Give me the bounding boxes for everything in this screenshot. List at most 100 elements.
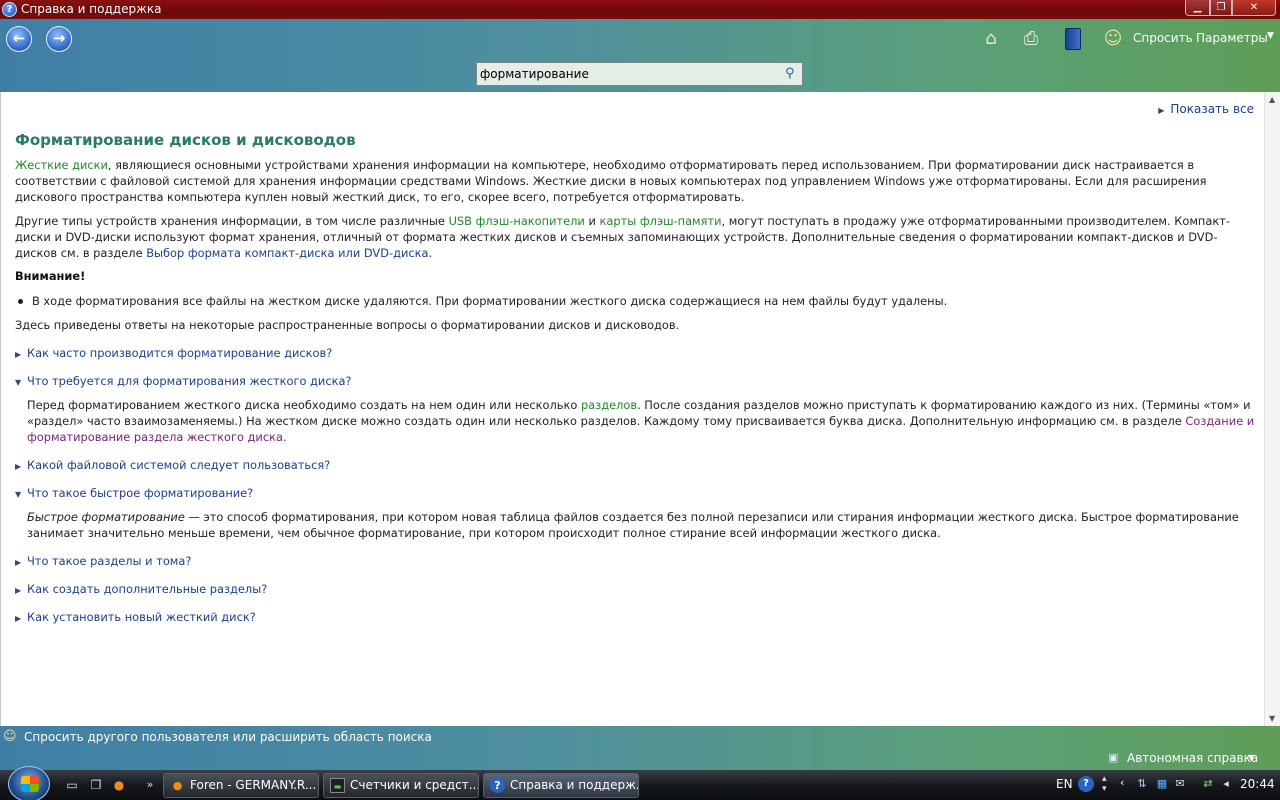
people-icon[interactable]: ☺ xyxy=(1101,27,1125,51)
book-icon[interactable] xyxy=(1061,27,1085,51)
forward-button[interactable]: → xyxy=(46,26,72,52)
expand-arrow-icon: ▶ xyxy=(15,586,22,595)
search-input[interactable] xyxy=(480,65,780,83)
bottom-bar: ☺ Спросить другого пользователя или расш… xyxy=(0,726,1280,770)
paragraph-text: и xyxy=(584,214,600,228)
faq-label: Как часто производится форматирование ди… xyxy=(27,346,333,360)
volume-icon[interactable]: ◂ xyxy=(1218,776,1234,792)
article-pane: ▶ Показать все Форматирование дисков и ди… xyxy=(0,92,1264,726)
glossary-link[interactable]: разделов xyxy=(581,398,637,412)
help-app-icon: ? xyxy=(2,2,17,17)
show-hidden-icons-icon[interactable]: ‹ xyxy=(1120,776,1124,789)
tray-scroll-icon[interactable]: ▴ ▾ xyxy=(1102,774,1107,794)
warning-heading: Внимание! xyxy=(15,269,86,283)
ask-button[interactable]: Спросить xyxy=(1133,31,1193,45)
toolbar: ← → ⌂ ⎙ ☺ Спросить Параметры ▼ ⚲ xyxy=(0,19,1280,92)
close-button[interactable]: ✕ xyxy=(1232,0,1276,16)
chevron-down-icon[interactable]: ▼ xyxy=(1267,31,1274,41)
more-chevron-icon[interactable]: » xyxy=(142,777,158,793)
answer-text: . xyxy=(282,430,287,444)
list-item-text: В ходе форматирования все файлы на жестк… xyxy=(32,294,948,308)
terminal-icon: ▬ xyxy=(330,778,345,793)
search-icon[interactable]: ⚲ xyxy=(785,66,801,82)
paragraph-text: . xyxy=(428,246,433,260)
glossary-link[interactable]: USB флэш-накопители xyxy=(449,214,585,228)
scroll-down-icon[interactable]: ▼ xyxy=(1269,714,1275,723)
faq-label: Что такое быстрое форматирование? xyxy=(27,486,254,500)
firefox-icon: ● xyxy=(172,779,183,792)
show-all-link[interactable]: ▶ Показать все xyxy=(1158,102,1254,116)
offline-help-icon: ▣ xyxy=(1108,751,1119,764)
task-label: Справка и поддерж... xyxy=(510,778,639,792)
home-icon[interactable]: ⌂ xyxy=(979,27,1003,51)
sync-icon[interactable]: ⇄ xyxy=(1200,776,1216,792)
faq-answer: Быстрое форматирование — это способ форм… xyxy=(27,509,1257,541)
faq-label: Как установить новый жесткий диск? xyxy=(27,610,256,624)
list-item: В ходе форматирования все файлы на жестк… xyxy=(15,293,947,309)
answer-term: Быстрое форматирование xyxy=(27,510,185,524)
firefox-icon[interactable]: ● xyxy=(111,777,127,793)
language-indicator[interactable]: EN xyxy=(1056,777,1073,791)
triangle-right-icon: ▶ xyxy=(1158,106,1165,115)
page-title: Форматирование дисков и дисководов xyxy=(15,131,356,149)
collapse-arrow-icon: ▼ xyxy=(15,378,22,387)
faq-toggle[interactable]: ▶ Как создать дополнительные разделы? xyxy=(15,582,267,596)
maximize-button[interactable]: ❐ xyxy=(1210,0,1232,16)
expand-arrow-icon: ▶ xyxy=(15,350,22,359)
faq-toggle[interactable]: ▶ Как установить новый жесткий диск? xyxy=(15,610,256,624)
bullet-icon xyxy=(18,298,23,304)
start-button[interactable] xyxy=(8,766,50,800)
expand-arrow-icon: ▶ xyxy=(15,558,22,567)
faq-toggle[interactable]: ▶ Как часто производится форматирование д… xyxy=(15,346,332,360)
back-button[interactable]: ← xyxy=(6,26,32,52)
print-icon[interactable]: ⎙ xyxy=(1019,27,1043,51)
taskbar-button[interactable]: ▬ Счетчики и средст... xyxy=(323,773,479,798)
expand-arrow-icon: ▶ xyxy=(15,614,22,623)
taskbar-button[interactable]: ● Foren - GERMANY.R... xyxy=(163,773,319,798)
options-button[interactable]: Параметры xyxy=(1196,31,1268,45)
minimize-button[interactable]: ▁ xyxy=(1185,0,1210,16)
clock[interactable]: 20:44 xyxy=(1240,777,1275,791)
scroll-up-icon[interactable]: ▲ xyxy=(1269,95,1275,104)
windows-update-icon[interactable]: ▦ xyxy=(1154,776,1170,792)
answer-text: Перед форматированием жесткого диска нео… xyxy=(27,398,581,412)
glossary-link[interactable]: карты флэш-памяти xyxy=(599,214,721,228)
faq-toggle[interactable]: ▶ Что такое разделы и тома? xyxy=(15,554,191,568)
title-bar: ? Справка и поддержка ▁ ❐ ✕ xyxy=(0,0,1280,19)
task-label: Счетчики и средст... xyxy=(350,778,479,792)
faq-label: Какой файловой системой следует пользова… xyxy=(27,458,331,472)
faq-answer: Перед форматированием жесткого диска нео… xyxy=(27,397,1257,445)
paragraph: Жесткие диски, являющиеся основными устр… xyxy=(15,157,1255,205)
collapse-arrow-icon: ▼ xyxy=(15,490,22,499)
faq-label: Как создать дополнительные разделы? xyxy=(27,582,268,596)
mail-icon[interactable]: ✉ xyxy=(1172,776,1188,792)
faq-toggle[interactable]: ▼ Что такое быстрое форматирование? xyxy=(15,486,253,500)
glossary-link[interactable]: Жесткие диски xyxy=(15,158,108,172)
topic-link[interactable]: Выбор формата компакт-диска или DVD-диск… xyxy=(146,246,428,260)
show-all-label: Показать все xyxy=(1170,102,1254,116)
windows-logo-icon xyxy=(21,776,39,792)
help-icon[interactable]: ? xyxy=(1078,776,1094,792)
taskbar: ▭ ❐ ● » ● Foren - GERMANY.R... ▬ Счетчики … xyxy=(0,766,1280,800)
window-title: Справка и поддержка xyxy=(21,2,162,16)
taskbar-button[interactable]: ? Справка и поддерж... xyxy=(483,773,639,798)
answer-text: — это способ форматирования, при котором… xyxy=(27,510,1239,540)
paragraph: Другие типы устройств хранения информаци… xyxy=(15,213,1255,261)
search-box: ⚲ xyxy=(476,62,803,86)
network-icon[interactable]: ⇅ xyxy=(1134,776,1150,792)
ask-other-link[interactable]: Спросить другого пользователя или расшир… xyxy=(24,730,432,744)
vertical-scrollbar[interactable]: ▲ ▼ xyxy=(1264,92,1280,726)
faq-label: Что такое разделы и тома? xyxy=(27,554,192,568)
offline-help-button[interactable]: Автономная справка xyxy=(1127,751,1258,765)
task-label: Foren - GERMANY.R... xyxy=(190,778,317,792)
intro-paragraph: Здесь приведены ответы на некоторые расп… xyxy=(15,318,680,332)
people-icon: ☺ xyxy=(3,729,17,744)
chevron-down-icon[interactable]: ▼ xyxy=(1248,753,1254,762)
paragraph-text: Другие типы устройств хранения информаци… xyxy=(15,214,449,228)
switch-windows-icon[interactable]: ❐ xyxy=(88,777,104,793)
faq-toggle[interactable]: ▶ Какой файловой системой следует пользов… xyxy=(15,458,330,472)
faq-toggle[interactable]: ▼ Что требуется для форматирования жестко… xyxy=(15,374,351,388)
expand-arrow-icon: ▶ xyxy=(15,462,22,471)
show-desktop-icon[interactable]: ▭ xyxy=(64,777,80,793)
faq-label: Что требуется для форматирования жестког… xyxy=(27,374,352,388)
